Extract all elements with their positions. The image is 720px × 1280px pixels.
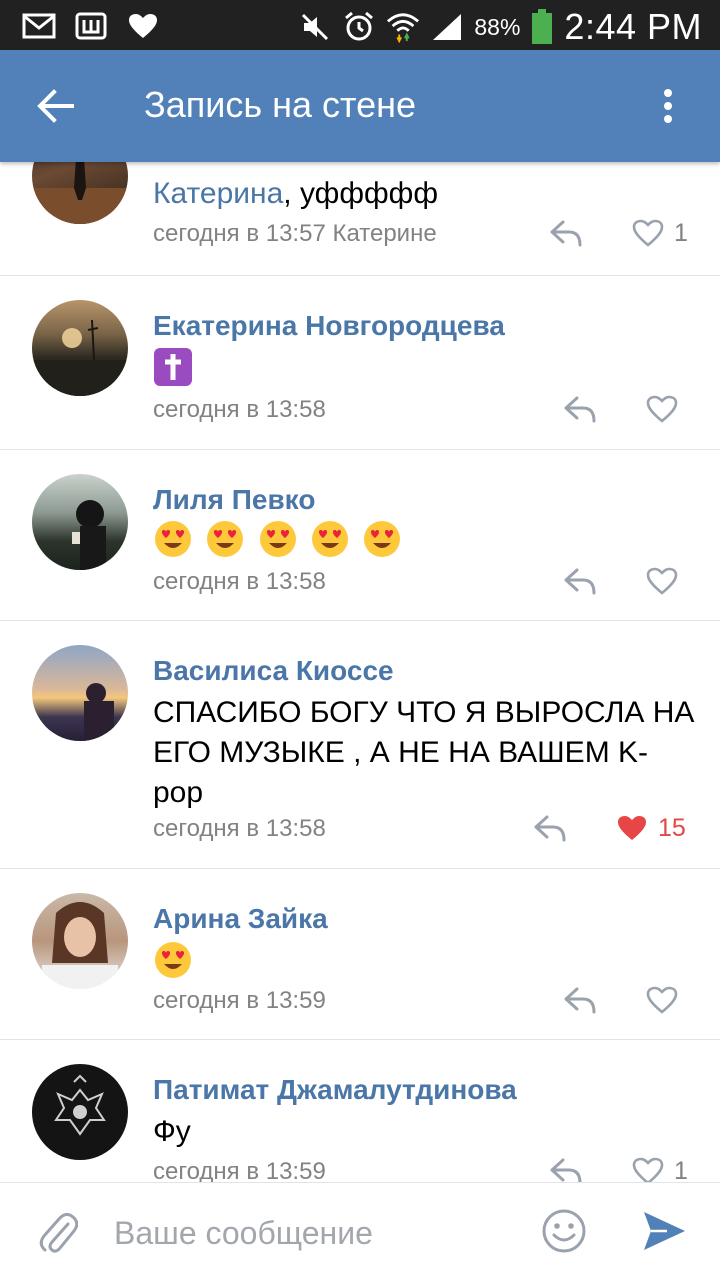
- message-composer: [0, 1182, 720, 1280]
- like-button[interactable]: [646, 392, 688, 426]
- reply-icon: [550, 220, 582, 247]
- like-count: 1: [674, 1156, 688, 1183]
- alarm-icon: [342, 10, 376, 44]
- like-count: 1: [674, 218, 688, 247]
- comment-item: Лиля Певко сегодня в 13:58: [0, 450, 720, 621]
- like-button[interactable]: [646, 983, 688, 1017]
- heart-outline-icon: [632, 1157, 664, 1182]
- author-name[interactable]: Василиса Киоссе: [153, 655, 394, 687]
- send-icon: [644, 1212, 685, 1250]
- heart-outline-icon: [632, 219, 664, 247]
- reply-button[interactable]: [546, 1154, 586, 1182]
- reply-icon: [534, 815, 566, 842]
- comment-list[interactable]: Катерина, уффффф сегодня в 13:57 Катерин…: [0, 162, 720, 1182]
- reply-button[interactable]: [560, 983, 600, 1017]
- heart-eyes-emoji: [153, 940, 193, 980]
- reply-icon: [550, 1158, 582, 1182]
- page-title: Запись на стене: [144, 84, 417, 125]
- reply-button[interactable]: [546, 216, 586, 250]
- mute-icon: [298, 10, 332, 44]
- author-name[interactable]: Екатерина Новгородцева: [153, 310, 505, 342]
- like-button[interactable]: [646, 564, 688, 598]
- reply-icon: [564, 396, 596, 423]
- avatar[interactable]: [32, 300, 128, 396]
- attach-button[interactable]: [34, 1209, 82, 1257]
- heart-eyes-emoji: [205, 519, 245, 559]
- reply-icon: [564, 987, 596, 1014]
- avatar[interactable]: [32, 1064, 128, 1160]
- comment-text: [153, 518, 693, 559]
- mail-icon: [22, 9, 56, 43]
- clock: 2:44 PM: [564, 6, 702, 47]
- comment-meta: сегодня в 13:58: [153, 396, 326, 423]
- comment-item: Патимат Джамалутдинова Фу сегодня в 13:5…: [0, 1040, 720, 1182]
- author-name[interactable]: Арина Зайка: [153, 903, 328, 935]
- heart-outline-icon: [646, 567, 678, 595]
- send-button[interactable]: [638, 1205, 690, 1257]
- heart-eyes-emoji: [258, 519, 298, 559]
- like-count: 15: [658, 813, 686, 842]
- heart-eyes-emoji: [310, 519, 350, 559]
- heart-outline-icon: [646, 986, 678, 1014]
- heart-eyes-emoji: [153, 519, 193, 559]
- arrow-back-icon: [37, 89, 74, 123]
- comment-meta: сегодня в 13:58: [153, 815, 326, 842]
- battery-percent: 88%: [474, 13, 521, 40]
- comment-text: СПАСИБО БОГУ ЧТО Я ВЫРОСЛА НА ЕГО МУЗЫКЕ…: [153, 696, 695, 809]
- emoji-button[interactable]: [540, 1207, 588, 1255]
- reply-button[interactable]: [530, 811, 570, 845]
- reply-button[interactable]: [560, 392, 600, 426]
- reply-icon: [564, 568, 596, 595]
- latin-cross-emoji: [153, 347, 193, 387]
- back-button[interactable]: [30, 80, 82, 132]
- avatar[interactable]: [32, 893, 128, 989]
- app-bar: Запись на стене: [0, 50, 720, 162]
- comment-meta: сегодня в 13:59: [153, 1158, 326, 1182]
- comment-meta: сегодня в 13:59: [153, 987, 326, 1014]
- comment-text: [153, 346, 693, 387]
- comment-text: [153, 939, 693, 980]
- like-button[interactable]: 1: [632, 216, 688, 250]
- vk-icon: [74, 9, 108, 43]
- avatar[interactable]: [32, 645, 128, 741]
- reply-button[interactable]: [560, 564, 600, 598]
- paperclip-icon: [39, 1212, 78, 1253]
- avatar[interactable]: [32, 162, 128, 224]
- comment-text: Катерина, уффффф: [153, 177, 439, 210]
- like-button[interactable]: 15: [616, 811, 686, 845]
- more-menu-button[interactable]: [642, 80, 694, 132]
- avatar[interactable]: [32, 474, 128, 570]
- more-vert-icon: [664, 89, 672, 123]
- heart-eyes-emoji: [362, 519, 402, 559]
- heart-outline-icon: [646, 395, 678, 423]
- author-name[interactable]: Лиля Певко: [153, 484, 315, 516]
- like-button[interactable]: 1: [632, 1154, 688, 1182]
- comment-item: Катерина, уффффф сегодня в 13:57 Катерин…: [0, 162, 720, 276]
- message-input[interactable]: [114, 1211, 514, 1255]
- comment-text: Фу: [153, 1115, 191, 1148]
- author-name[interactable]: Патимат Джамалутдинова: [153, 1074, 517, 1106]
- mention-link[interactable]: Катерина: [153, 177, 283, 210]
- comment-item: Арина Зайка сегодня в 13:59: [0, 869, 720, 1040]
- comment-meta: сегодня в 13:57 Катерине: [153, 220, 437, 247]
- comment-item: Екатерина Новгородцева сегодня в 13:58: [0, 276, 720, 450]
- signal-icon: [430, 10, 464, 44]
- wifi-icon: [386, 10, 420, 44]
- heart-filled-icon: [618, 816, 646, 840]
- comment-item: Василиса Киоссе СПАСИБО БОГУ ЧТО Я ВЫРОС…: [0, 621, 720, 869]
- status-bar: 88% 2:44 PM: [0, 0, 720, 50]
- heart-icon: [126, 9, 160, 43]
- smiley-icon: [542, 1209, 586, 1253]
- battery-icon: [530, 9, 554, 44]
- comment-meta: сегодня в 13:58: [153, 568, 326, 595]
